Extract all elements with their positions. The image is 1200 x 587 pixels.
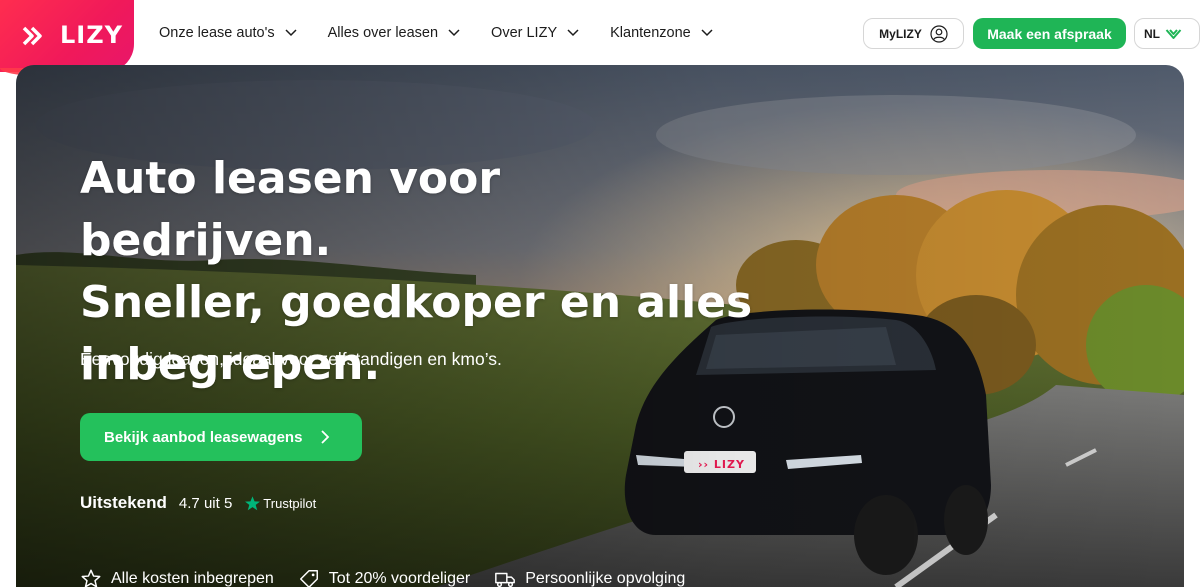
logo-text: LIZY — [60, 21, 124, 49]
usp-label: Tot 20% voordeliger — [328, 570, 471, 587]
trustpilot-label: Trustpilot — [263, 495, 317, 511]
trustpilot-star-icon — [245, 495, 261, 510]
chevron-down-icon — [701, 28, 713, 36]
trustpilot-logo: Trustpilot — [244, 495, 316, 512]
star-icon — [81, 569, 101, 587]
car-plate: ›› LIZY — [698, 458, 745, 471]
hero-subline: Eenvoudig leasen, ideaal voor zelfstandi… — [80, 349, 502, 369]
nav-item-alles-over-leasen[interactable]: Alles over leasen — [328, 25, 460, 41]
nav-item-label: Over LIZY — [491, 24, 558, 41]
language-label: NL — [1144, 26, 1160, 41]
truck-icon — [495, 572, 516, 587]
nav-item-over-lizy[interactable]: Over LIZY — [491, 25, 579, 41]
rating-word: Uitstekend — [80, 493, 167, 512]
chevron-down-icon — [567, 28, 579, 36]
usp-item: Persoonlijke opvolging — [494, 568, 685, 587]
headline-line-1: Auto leasen voor bedrijven. — [80, 153, 501, 266]
car-plate-text: LIZY — [713, 458, 745, 471]
usp-item: Tot 20% voordeliger — [298, 568, 470, 587]
usp-label: Alle kosten inbegrepen — [111, 570, 274, 587]
chevron-down-icon — [448, 28, 460, 36]
nav-item-lease-autos[interactable]: Onze lease auto's — [159, 25, 297, 41]
logo[interactable]: LIZY — [0, 0, 134, 76]
chevron-down-icon — [285, 28, 297, 36]
language-selector[interactable]: NL — [1134, 18, 1200, 49]
usp-label: Persoonlijke opvolging — [525, 570, 686, 587]
nav-item-label: Klantenzone — [610, 24, 691, 41]
nav-item-klantenzone[interactable]: Klantenzone — [610, 25, 713, 41]
headline-line-2: Sneller, goedkoper en alles — [80, 277, 753, 328]
lizy-logo-icon — [22, 26, 42, 46]
tag-icon — [299, 570, 318, 587]
mylizy-label: MyLIZY — [879, 26, 922, 41]
mylizy-button[interactable]: MyLIZY — [863, 18, 964, 49]
heart-chevron-icon — [1165, 28, 1182, 39]
usp-list: Alle kosten inbegrepen Tot 20% voordelig… — [80, 568, 685, 587]
make-appointment-button[interactable]: Maak een afspraak — [973, 18, 1126, 49]
hero-cta-label: Bekijk aanbod leasewagens — [104, 428, 303, 446]
rating-score: 4.7 uit 5 — [178, 494, 233, 512]
usp-item: Alle kosten inbegrepen — [80, 568, 274, 587]
view-lease-offer-button[interactable]: Bekijk aanbod leasewagens — [80, 413, 362, 461]
main-nav: Onze lease auto's Alles over leasen Over… — [159, 0, 744, 65]
nav-item-label: Onze lease auto's — [159, 24, 275, 41]
chevron-right-icon — [321, 430, 330, 444]
trustpilot-rating[interactable]: Uitstekend 4.7 uit 5 Trustpilot — [80, 493, 316, 513]
nav-item-label: Alles over leasen — [327, 24, 439, 41]
site-header: LIZY Onze lease auto's Alles over leasen… — [0, 0, 1200, 76]
user-icon — [930, 24, 948, 43]
hero-section: Auto leasen voor bedrijven. Sneller, goe… — [16, 65, 1184, 587]
